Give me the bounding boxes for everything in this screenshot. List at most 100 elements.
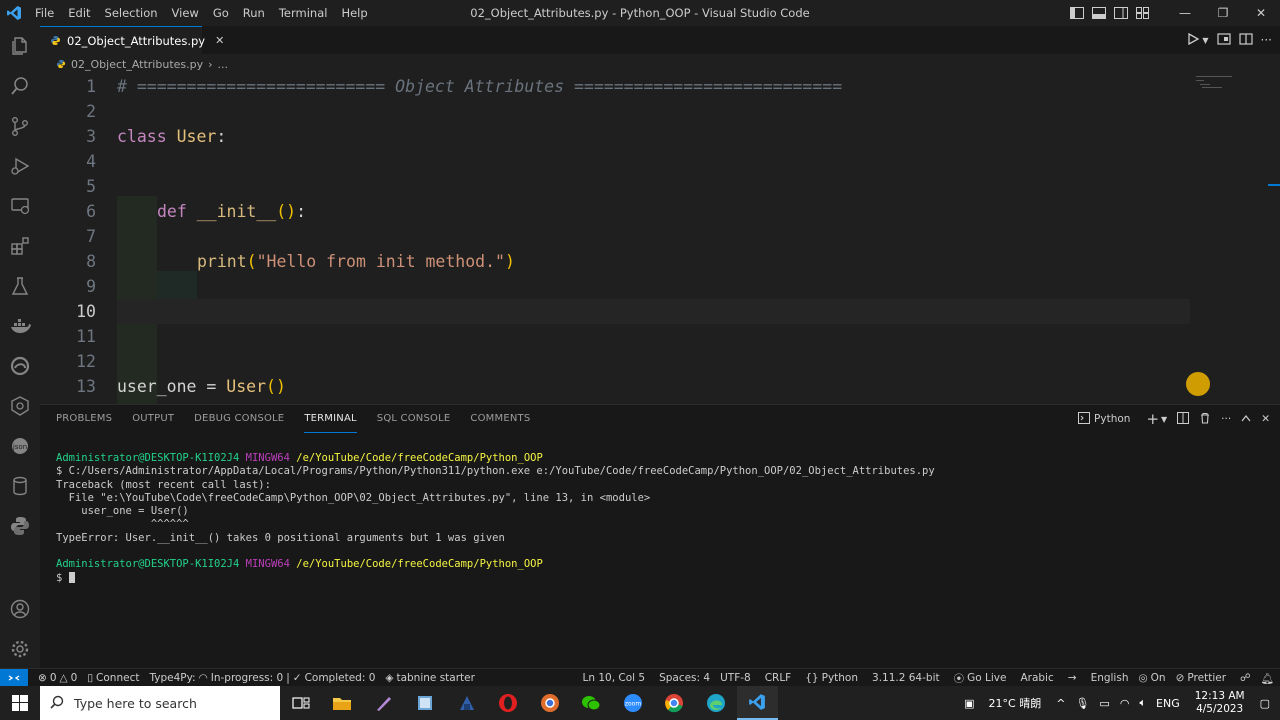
menu-help[interactable]: Help bbox=[334, 0, 374, 26]
terminal-input-line[interactable]: $ bbox=[56, 572, 935, 585]
file-explorer-icon[interactable] bbox=[322, 686, 364, 720]
prettier-status[interactable]: ⊘ Prettier bbox=[1176, 672, 1226, 684]
microphone-icon[interactable]: 🎙︎ bbox=[1075, 697, 1089, 710]
menu-run[interactable]: Run bbox=[236, 0, 272, 26]
source-control-icon[interactable] bbox=[0, 106, 40, 146]
tab-comments[interactable]: COMMENTS bbox=[470, 405, 530, 433]
kill-terminal-icon[interactable] bbox=[1199, 412, 1211, 427]
menu-go[interactable]: Go bbox=[206, 0, 236, 26]
close-panel-icon[interactable]: ✕ bbox=[1261, 413, 1270, 425]
minimap[interactable] bbox=[1196, 74, 1246, 94]
notification-center-icon[interactable]: ▢ bbox=[1260, 697, 1270, 710]
show-hidden-icons-icon[interactable]: ^ bbox=[1056, 697, 1065, 710]
json-icon[interactable]: json bbox=[0, 426, 40, 466]
split-terminal-icon[interactable] bbox=[1177, 411, 1190, 427]
type4py-status[interactable]: Type4Py: ◠ In-progress: 0 | ✓ Completed: 0 bbox=[149, 672, 375, 684]
zoom-icon[interactable]: zoom bbox=[612, 686, 654, 720]
encoding[interactable]: UTF-8 bbox=[720, 672, 751, 684]
opera-browser-icon[interactable] bbox=[488, 686, 530, 720]
indentation[interactable]: Spaces: 4 bbox=[659, 672, 710, 684]
tab-02-object-attributes[interactable]: 02_Object_Attributes.py ✕ bbox=[40, 26, 224, 54]
minimize-icon[interactable]: — bbox=[1166, 0, 1204, 26]
python-interpreter[interactable]: 3.11.2 64-bit bbox=[872, 672, 940, 684]
tab-sql-console[interactable]: SQL CONSOLE bbox=[377, 405, 451, 433]
pen-app-icon[interactable] bbox=[363, 686, 405, 720]
docker-icon[interactable] bbox=[0, 306, 40, 346]
remote-explorer-icon[interactable] bbox=[0, 186, 40, 226]
breadcrumb-file[interactable]: 02_Object_Attributes.py bbox=[71, 58, 203, 71]
terminal-shell-selector[interactable]: Python bbox=[1078, 411, 1130, 427]
wechat-icon[interactable] bbox=[571, 686, 613, 720]
extensions-icon[interactable] bbox=[0, 226, 40, 266]
problems-status[interactable]: ⊗ 0 △ 0 bbox=[38, 672, 77, 684]
scrollbar-marker[interactable] bbox=[1268, 184, 1280, 186]
terminal-output[interactable]: Administrator@DESKTOP-K1I02J4 MINGW64 /e… bbox=[56, 452, 935, 585]
edge-tools-icon[interactable] bbox=[0, 346, 40, 386]
weather-widget[interactable]: ▣ 21°C 晴朗 bbox=[959, 695, 1046, 711]
toggle-panel-icon[interactable] bbox=[1088, 0, 1110, 26]
settings-gear-icon[interactable] bbox=[0, 629, 40, 669]
kubernetes-icon[interactable] bbox=[0, 386, 40, 426]
code-editor[interactable]: 1 # ========================= Object Att… bbox=[40, 74, 1280, 421]
run-file-icon[interactable] bbox=[1186, 31, 1200, 50]
notepad-icon[interactable] bbox=[405, 686, 447, 720]
chrome-dev-icon[interactable] bbox=[529, 686, 571, 720]
battery-icon[interactable]: ▭ bbox=[1099, 697, 1109, 710]
more-actions-icon[interactable]: ··· bbox=[1221, 413, 1231, 425]
wifi-icon[interactable]: ◠ bbox=[1120, 697, 1130, 710]
database-icon[interactable] bbox=[0, 466, 40, 506]
tabnine-status[interactable]: ◈ tabnine starter bbox=[385, 672, 475, 684]
task-view-icon[interactable] bbox=[280, 686, 322, 720]
edge-browser-icon[interactable] bbox=[695, 686, 737, 720]
keyboard-layout-english[interactable]: English bbox=[1091, 672, 1129, 684]
split-editor-icon[interactable] bbox=[1238, 31, 1253, 50]
language-mode[interactable]: {} Python bbox=[805, 672, 858, 684]
account-icon[interactable] bbox=[0, 589, 40, 629]
windows-start-icon[interactable] bbox=[0, 686, 40, 720]
keyboard-layout-arabic[interactable]: Arabic bbox=[1020, 672, 1053, 684]
menu-terminal[interactable]: Terminal bbox=[272, 0, 335, 26]
menu-view[interactable]: View bbox=[165, 0, 206, 26]
remote-indicator-icon[interactable] bbox=[0, 668, 28, 687]
explorer-icon[interactable] bbox=[0, 26, 40, 66]
more-actions-icon[interactable]: ··· bbox=[1261, 33, 1272, 47]
testing-icon[interactable] bbox=[0, 266, 40, 306]
close-tab-icon[interactable]: ✕ bbox=[215, 34, 224, 47]
python-icon[interactable] bbox=[0, 506, 40, 546]
volume-icon[interactable]: 🔈︎ bbox=[1139, 696, 1146, 710]
connect-status[interactable]: ▯ Connect bbox=[87, 672, 139, 684]
restore-icon[interactable]: ❐ bbox=[1204, 0, 1242, 26]
menu-edit[interactable]: Edit bbox=[61, 0, 97, 26]
toggle-secondary-sidebar-icon[interactable] bbox=[1110, 0, 1132, 26]
toggle-sidebar-icon[interactable] bbox=[1066, 0, 1088, 26]
tab-output[interactable]: OUTPUT bbox=[132, 405, 174, 433]
close-window-icon[interactable]: ✕ bbox=[1242, 0, 1280, 26]
tab-debug-console[interactable]: DEBUG CONSOLE bbox=[194, 405, 284, 433]
open-preview-icon[interactable] bbox=[1216, 31, 1231, 50]
vscode-taskbar-icon[interactable] bbox=[736, 686, 778, 720]
notifications-bell-icon[interactable]: 🔔︎ bbox=[1261, 672, 1274, 685]
chrome-icon[interactable] bbox=[654, 686, 696, 720]
taskbar-search-box[interactable]: Type here to search bbox=[40, 686, 280, 720]
menu-selection[interactable]: Selection bbox=[98, 0, 165, 26]
chevron-down-icon[interactable]: ▼ bbox=[1202, 36, 1208, 45]
tab-problems[interactable]: PROBLEMS bbox=[56, 405, 112, 433]
menu-file[interactable]: File bbox=[28, 0, 61, 26]
toggle-status[interactable]: ◎ On bbox=[1138, 672, 1165, 684]
cursor-position[interactable]: Ln 10, Col 5 bbox=[582, 672, 645, 684]
new-terminal-icon[interactable]: + bbox=[1146, 410, 1159, 428]
line-endings[interactable]: CRLF bbox=[765, 672, 792, 684]
keyboard-language[interactable]: ENG bbox=[1156, 697, 1180, 710]
chevron-down-icon[interactable]: ▼ bbox=[1161, 415, 1167, 424]
app-launcher-icon[interactable] bbox=[446, 686, 488, 720]
clock[interactable]: 12:13 AM 4/5/2023 bbox=[1195, 690, 1245, 716]
run-debug-icon[interactable] bbox=[0, 146, 40, 186]
line-number: 1 bbox=[86, 77, 96, 96]
tab-terminal[interactable]: TERMINAL bbox=[304, 405, 357, 433]
customize-layout-icon[interactable] bbox=[1132, 0, 1154, 26]
maximize-panel-icon[interactable] bbox=[1241, 413, 1251, 425]
feedback-icon[interactable]: ☍ bbox=[1240, 672, 1251, 684]
breadcrumb-more[interactable]: ... bbox=[218, 58, 229, 71]
go-live-button[interactable]: ⦿ Go Live bbox=[954, 671, 1007, 686]
search-icon[interactable] bbox=[0, 66, 40, 106]
